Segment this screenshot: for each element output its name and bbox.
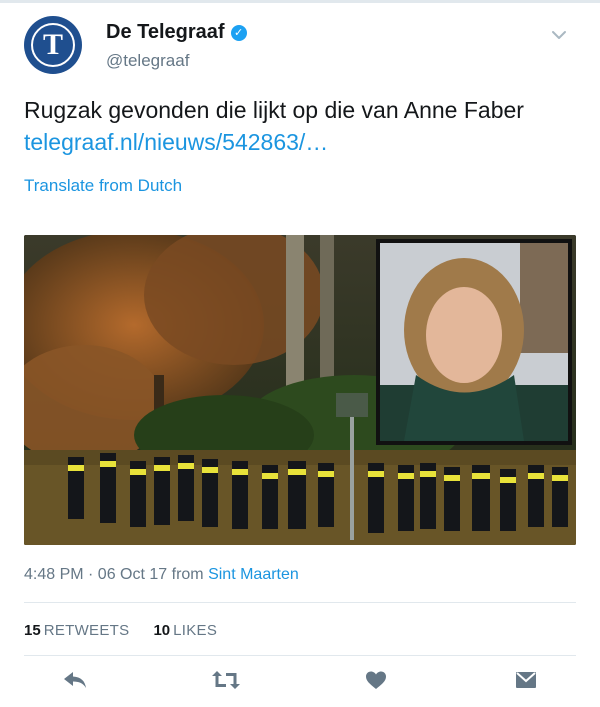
tweet-link[interactable]: telegraaf.nl/nieuws/542863/… bbox=[24, 126, 328, 158]
tweet-time-date: 4:48 PM · 06 Oct 17 from bbox=[24, 566, 209, 583]
telegraaf-logo-icon: T bbox=[31, 23, 75, 67]
tweet-actions bbox=[0, 664, 600, 698]
account-name-row[interactable]: De Telegraaf ✓ bbox=[106, 21, 247, 44]
reply-icon[interactable] bbox=[62, 668, 88, 692]
tweet-photo[interactable] bbox=[24, 235, 576, 545]
display-name[interactable]: De Telegraaf bbox=[106, 21, 225, 44]
verified-check-icon: ✓ bbox=[230, 24, 247, 41]
account-handle[interactable]: @telegraaf bbox=[106, 51, 189, 71]
likes-label: LIKES bbox=[173, 622, 218, 639]
likes-count: 10 bbox=[153, 622, 171, 639]
like-icon[interactable] bbox=[364, 668, 390, 692]
likes-stat[interactable]: 10 LIKES bbox=[153, 622, 217, 639]
retweet-icon[interactable] bbox=[212, 668, 240, 692]
avatar[interactable]: T bbox=[24, 16, 82, 74]
tweet-text: Rugzak gevonden die lijkt op die van Ann… bbox=[24, 97, 524, 123]
retweets-count: 15 bbox=[24, 622, 41, 639]
divider bbox=[24, 602, 576, 603]
tweet-location-link[interactable]: Sint Maarten bbox=[208, 566, 299, 583]
translate-link[interactable]: Translate from Dutch bbox=[24, 176, 182, 196]
divider bbox=[24, 655, 576, 656]
message-icon[interactable] bbox=[514, 668, 540, 692]
chevron-down-icon[interactable] bbox=[550, 26, 568, 44]
top-divider bbox=[0, 0, 600, 3]
retweets-label: RETWEETS bbox=[43, 622, 130, 639]
tweet-stats: 15 RETWEETS 10 LIKES bbox=[24, 622, 241, 639]
tweet-timestamp: 4:48 PM · 06 Oct 17 from Sint Maarten bbox=[24, 566, 299, 584]
retweets-stat[interactable]: 15 RETWEETS bbox=[24, 622, 129, 639]
